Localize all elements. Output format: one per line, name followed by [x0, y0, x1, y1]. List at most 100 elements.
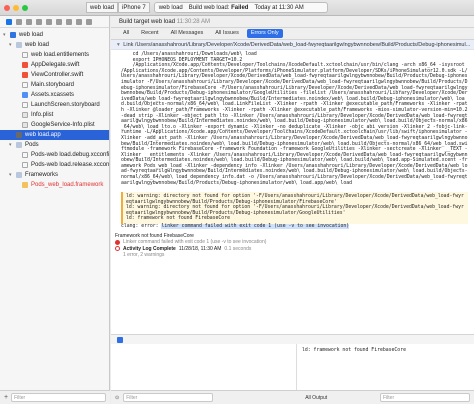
- window-toolbar: web load iPhone 7 web load Build web loa…: [0, 0, 474, 16]
- project-navigator: ▾ web load ▾ web load web load.entitlement…: [0, 16, 110, 404]
- folder-icon: [16, 172, 22, 178]
- tree-item-label: Pods_web_load.framework: [31, 182, 104, 188]
- scheme-selector[interactable]: web load iPhone 7: [86, 2, 150, 13]
- zoom-window-button[interactable]: [22, 4, 28, 11]
- linker-warnings: ld: warning: directory not found for opt…: [121, 192, 468, 224]
- tree-item[interactable]: Info.plist: [0, 110, 109, 120]
- source-control-tab-icon[interactable]: [16, 19, 22, 25]
- add-icon[interactable]: +: [4, 394, 8, 401]
- issue-tab-icon[interactable]: [46, 19, 52, 25]
- project-icon: [10, 32, 16, 38]
- status-time: Today at 11:30 AM: [254, 4, 304, 11]
- debug-tab-icon[interactable]: [66, 19, 72, 25]
- report-scope-bar: All Recent All Messages All Issues Errors On…: [111, 28, 474, 40]
- tree-project-row[interactable]: ▾ web load: [0, 30, 109, 40]
- disclosure-icon[interactable]: ▾: [9, 40, 13, 50]
- status-build: Build web load: Failed: [188, 4, 249, 11]
- tree-item-label: Frameworks: [25, 172, 59, 178]
- close-window-button[interactable]: [4, 4, 10, 11]
- activity-counts: 1 error, 2 warnings: [123, 252, 165, 259]
- tree-item[interactable]: Pods_web_load.framework: [0, 180, 109, 190]
- minimize-window-button[interactable]: [13, 4, 19, 11]
- tree-item[interactable]: ▾ web load: [0, 40, 109, 50]
- project-navigator-tab-icon[interactable]: [6, 19, 12, 25]
- build-title: Build target web load 11:30:28 AM: [119, 18, 210, 25]
- window-controls: [4, 4, 28, 11]
- tree-item-label: Assets.xcassets: [31, 92, 75, 98]
- search-tab-icon[interactable]: [36, 19, 42, 25]
- file-icon: [22, 152, 28, 158]
- file-tree: ▾ web load ▾ web load web load.entitlement…: [0, 28, 109, 190]
- folder-icon: [16, 42, 22, 48]
- filter-recent-button[interactable]: Recent: [137, 29, 162, 38]
- plist-icon: [22, 112, 28, 118]
- clang-error-line: clang: error: linker command failed with…: [121, 223, 350, 229]
- tree-item[interactable]: LaunchScreen.storyboard: [0, 100, 109, 110]
- tree-item[interactable]: ViewController.swift: [0, 70, 109, 80]
- tree-item[interactable]: ▾ Pods: [0, 140, 109, 150]
- folder-icon: [16, 142, 22, 148]
- scheme-name[interactable]: web load: [86, 2, 119, 13]
- log-entry-header[interactable]: ▾ Link /Users/anasshahrouri/Library/Deve…: [111, 40, 474, 50]
- disclosure-icon[interactable]: ▾: [117, 42, 120, 48]
- tree-item[interactable]: Pods-web load.debug.xcconfig: [0, 150, 109, 160]
- navigator-tabs: [0, 16, 109, 28]
- tree-item-label: web load: [25, 42, 50, 48]
- report-filter-bar: Build target web load 11:30:28 AM: [111, 16, 474, 28]
- hide-debug-area-icon[interactable]: [117, 336, 123, 343]
- symbol-tab-icon[interactable]: [26, 19, 32, 25]
- tree-item-label: web load.entitlements: [31, 52, 90, 58]
- debug-filter-bar: ⊙ Filter All Output Filter: [111, 390, 474, 404]
- link-command-log: cd /Users/anasshahrouri/Downloads/web\ l…: [121, 52, 468, 186]
- plist-icon: [22, 122, 28, 128]
- tree-item-label: Pods: [25, 142, 39, 148]
- tree-item[interactable]: Pods-web load.release.xcconfig: [0, 160, 109, 170]
- tree-item[interactable]: web load.entitlements: [0, 50, 109, 60]
- tree-item-label: AppDelegate.swift: [31, 62, 80, 68]
- tree-item-label: Pods-web load.debug.xcconfig: [31, 152, 109, 158]
- tree-item-label: ViewController.swift: [31, 72, 84, 78]
- report-tab-icon[interactable]: [86, 19, 92, 25]
- disclosure-icon[interactable]: ▾: [9, 140, 13, 150]
- project-name: web load: [19, 32, 44, 38]
- tree-item[interactable]: Assets.xcassets: [0, 90, 109, 100]
- debug-area: ld: framework not found FirebaseCore: [111, 344, 474, 390]
- tree-item[interactable]: GoogleService-Info.plist: [0, 120, 109, 130]
- file-icon: [22, 162, 28, 168]
- error-status-icon: [115, 246, 120, 252]
- tree-item[interactable]: AppDelegate.swift: [0, 60, 109, 70]
- filter-all-messages-button[interactable]: All Messages: [167, 29, 208, 38]
- file-icon: [22, 52, 28, 58]
- status-project: web load: [158, 4, 183, 11]
- tree-item[interactable]: web load.app: [0, 130, 109, 140]
- tree-item-label: GoogleService-Info.plist: [31, 122, 95, 128]
- device-name[interactable]: iPhone 7: [118, 2, 150, 13]
- activity-status: web load Build web load: Failed Today at…: [153, 2, 328, 13]
- tree-item[interactable]: ▾ Frameworks: [0, 170, 109, 180]
- breakpoint-tab-icon[interactable]: [76, 19, 82, 25]
- navigator-filter-input[interactable]: Filter: [11, 393, 106, 402]
- navigator-filter-bar: + Filter: [0, 390, 110, 404]
- fw-icon: [22, 182, 28, 188]
- tree-item[interactable]: Main.storyboard: [0, 80, 109, 90]
- tree-item-label: Main.storyboard: [31, 82, 75, 88]
- debug-bar: [111, 334, 474, 344]
- output-selector[interactable]: All Output: [305, 395, 327, 401]
- filter-all-button[interactable]: All: [119, 29, 133, 38]
- auto-icon[interactable]: ⊙: [115, 395, 119, 401]
- tree-item-label: web load.app: [25, 132, 61, 138]
- variables-filter-input[interactable]: Filter: [123, 393, 214, 402]
- filter-all-issues-button[interactable]: All Issues: [211, 29, 243, 38]
- tree-item-label: LaunchScreen.storyboard: [31, 102, 100, 108]
- file-icon: [22, 102, 28, 108]
- disclosure-icon[interactable]: ▾: [3, 30, 7, 40]
- build-summary: Framework not found FirebaseCore Linker …: [111, 233, 474, 259]
- console-filter-input[interactable]: Filter: [380, 393, 470, 402]
- console-output: ld: framework not found FirebaseCore: [302, 348, 406, 353]
- test-tab-icon[interactable]: [56, 19, 62, 25]
- error-icon: [115, 239, 120, 245]
- disclosure-icon[interactable]: ▾: [9, 170, 13, 180]
- tree-item-label: Pods-web load.release.xcconfig: [31, 162, 109, 168]
- swift-icon: [22, 62, 28, 68]
- filter-errors-only-button[interactable]: Errors Only: [246, 29, 283, 38]
